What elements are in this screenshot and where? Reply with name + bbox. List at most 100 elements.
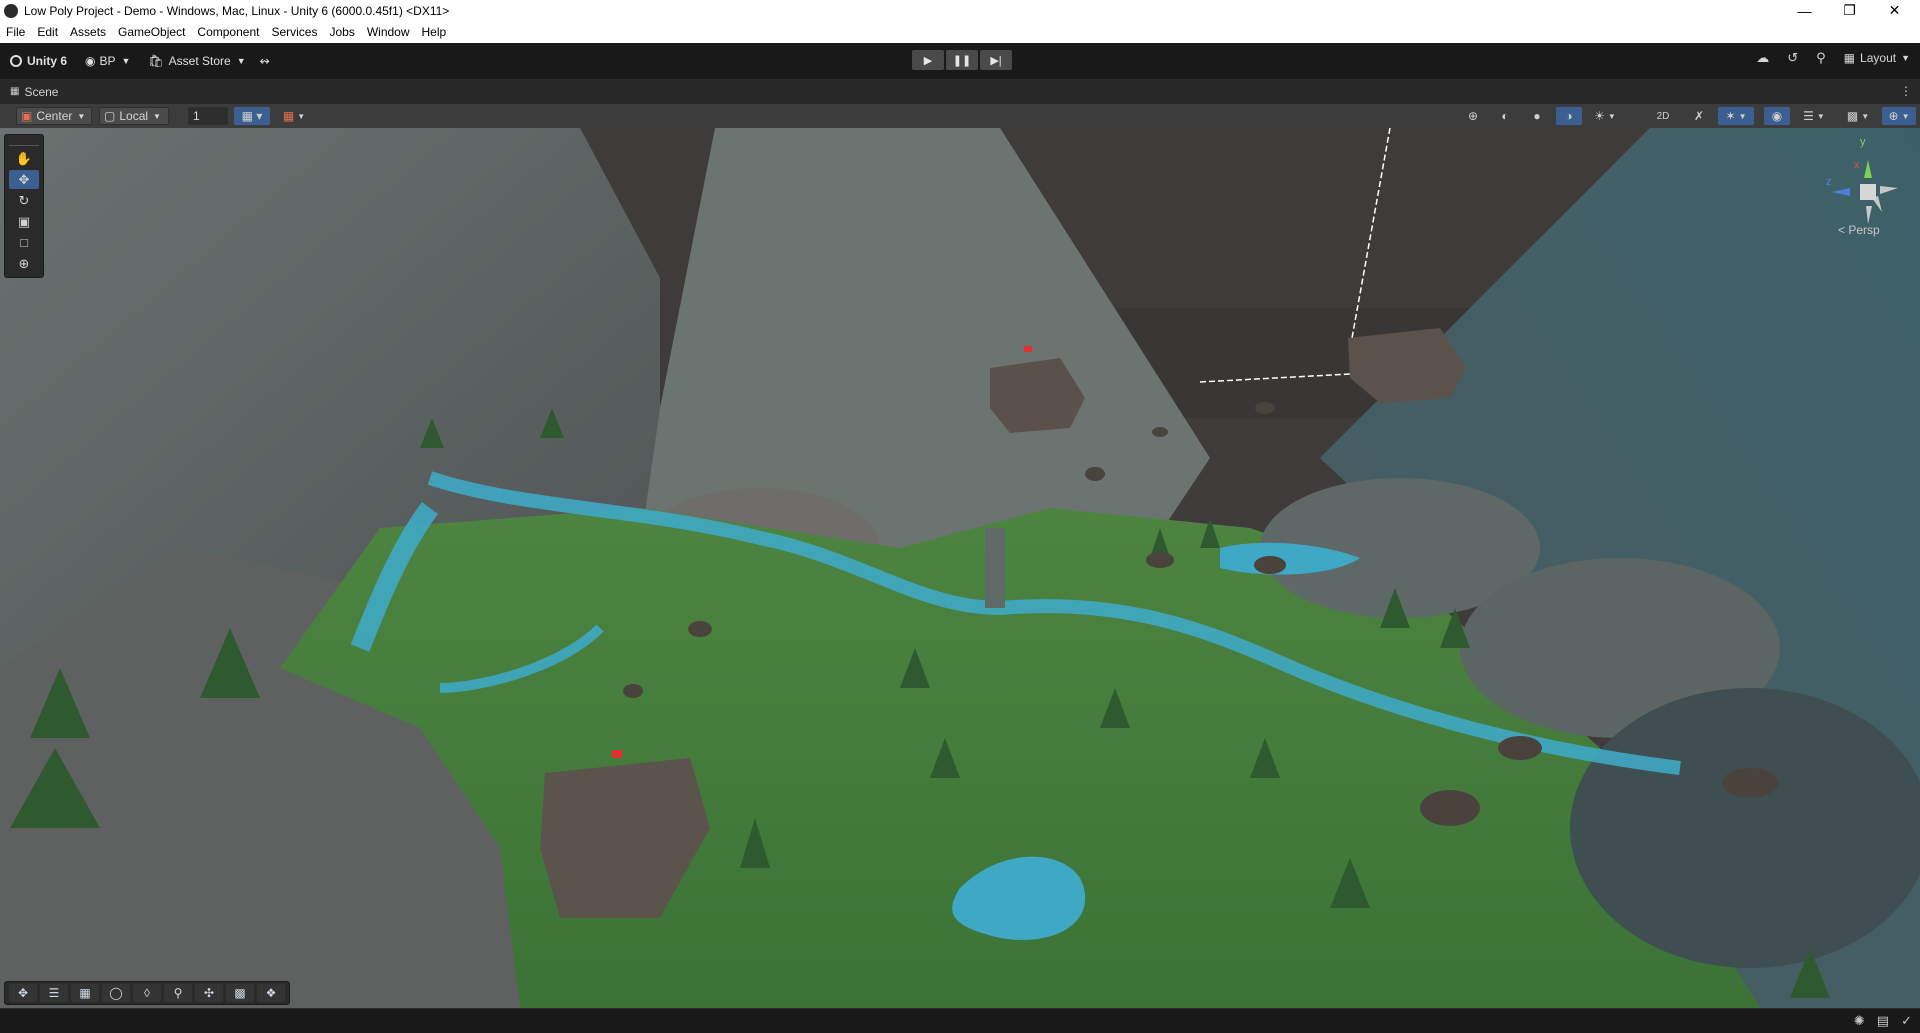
cache-server-icon[interactable]: ▤ <box>1877 1013 1889 1029</box>
layers-dropdown[interactable]: ☰ ▼ <box>1796 107 1832 125</box>
scene-visibility-button[interactable]: ◉ <box>1764 107 1790 125</box>
menu-window[interactable]: Window <box>361 21 416 43</box>
layers-icon: ◊ <box>144 986 150 1000</box>
minimize-icon[interactable]: — <box>1782 0 1827 21</box>
unity-menu-button[interactable]: Unity 6 <box>4 50 73 72</box>
check-circle-icon[interactable]: ✓ <box>1901 1013 1912 1029</box>
layers-icon: ☰ <box>1803 109 1814 123</box>
camera-icon: ▩ <box>234 986 246 1000</box>
draw-mode-shaded-wire-button[interactable]: ◐ <box>1492 107 1518 125</box>
restore-icon[interactable]: ❐ <box>1827 0 1872 21</box>
cloud-icon[interactable]: ☁ <box>1756 50 1769 66</box>
transform-tools-panel: ✋ ✥ ↻ ▣ □ ⊕ <box>4 134 44 278</box>
scale-icon: ▣ <box>17 213 31 229</box>
projection-toggle[interactable]: < Persp <box>1838 223 1880 237</box>
menu-edit[interactable]: Edit <box>31 21 64 43</box>
overlay-search-button[interactable]: ⚲ <box>164 984 192 1002</box>
panel-drag-handle[interactable] <box>9 137 39 146</box>
lighting-dropdown[interactable]: ☀ ▼ <box>1588 107 1622 125</box>
move-tool-button[interactable]: ✥ <box>9 170 39 189</box>
pivot-dropdown[interactable]: ▣ Center ▼ <box>16 107 92 125</box>
overlay-pan-button[interactable]: ✣ <box>195 984 223 1002</box>
scene-toolbar: ▣ Center ▼ ▢ Local ▼ 1 ▦ ▾ ▦ ▼ ⊕ ◐ ● ◑ ☀ ▼… <box>0 104 1920 129</box>
2d-toggle-button[interactable]: 2D <box>1650 107 1676 125</box>
shopping-bag-icon: 🛍 <box>148 54 164 68</box>
audio-muted-icon: ✗ <box>1693 109 1705 123</box>
overlay-move-button[interactable]: ✥ <box>9 984 37 1002</box>
play-button[interactable]: ▶ <box>912 50 944 70</box>
search-icon: ⚲ <box>173 986 183 1000</box>
snap-icon: ▦ <box>282 109 295 123</box>
asset-store-label: Asset Store <box>168 54 231 68</box>
step-button[interactable]: ▶| <box>980 50 1012 70</box>
effects-icon: ✶ <box>1725 109 1736 123</box>
overlay-camera-button[interactable]: ▩ <box>226 984 254 1002</box>
rect-tool-button[interactable]: □ <box>9 233 39 252</box>
2d-icon: 2D <box>1656 110 1670 122</box>
rotate-icon: ↻ <box>18 192 30 208</box>
menu-component[interactable]: Component <box>191 21 265 43</box>
rotate-tool-button[interactable]: ↻ <box>9 191 39 210</box>
menu-services[interactable]: Services <box>265 21 323 43</box>
toolbar-right: ☁ ↺ ⚲ ▦ Layout ▼ <box>1756 50 1910 66</box>
grid-snap-input[interactable]: 1 <box>188 107 228 125</box>
bug-icon[interactable]: ✺ <box>1854 1013 1865 1029</box>
overlay-compass-button[interactable]: ❖ <box>257 984 285 1002</box>
overlay-align-button[interactable]: ☰ <box>40 984 68 1002</box>
close-icon[interactable]: ✕ <box>1872 0 1917 21</box>
compass-icon: ❖ <box>265 986 277 1000</box>
local-cube-icon: ▢ <box>104 109 116 123</box>
menu-jobs[interactable]: Jobs <box>323 21 360 43</box>
overlay-orbit-button[interactable]: ◯ <box>102 984 130 1002</box>
transform-tool-button[interactable]: ⊕ <box>9 254 39 273</box>
camera-dropdown[interactable]: ▩ ▼ <box>1840 107 1876 125</box>
pause-button[interactable]: ❚❚ <box>946 50 978 70</box>
account-dropdown[interactable]: ◉ BP ▼ <box>79 50 136 72</box>
chevron-down-icon: ▼ <box>1607 111 1616 121</box>
shaded-sphere-icon: ◑ <box>1565 109 1573 123</box>
grid-visibility-button[interactable]: ▦ ▾ <box>234 107 270 125</box>
asset-store-dropdown[interactable]: 🛍 Asset Store ▼ <box>142 50 251 72</box>
effects-dropdown[interactable]: ✶ ▼ <box>1718 107 1754 125</box>
search-icon[interactable]: ⚲ <box>1816 50 1826 66</box>
history-icon[interactable]: ↺ <box>1787 50 1798 66</box>
menu-gameobject[interactable]: GameObject <box>112 21 191 43</box>
layout-icon: ▦ <box>1843 51 1856 65</box>
draw-mode-shaded-button[interactable]: ◑ <box>1556 107 1582 125</box>
menu-assets[interactable]: Assets <box>64 21 112 43</box>
audio-toggle-button[interactable]: ✗ <box>1686 107 1712 125</box>
transform-icon: ⊕ <box>18 255 30 271</box>
unity-label: Unity 6 <box>27 54 68 68</box>
chevron-down-icon: ▼ <box>1816 111 1825 121</box>
overlay-layers-button[interactable]: ◊ <box>133 984 161 1002</box>
pivot-label: Center <box>36 109 73 123</box>
chevron-down-icon: ▼ <box>236 56 246 66</box>
scale-tool-button[interactable]: ▣ <box>9 212 39 231</box>
more-options-icon[interactable]: ⋮ <box>1900 84 1912 98</box>
orbit-icon: ◯ <box>109 986 123 1000</box>
space-dropdown[interactable]: ▢ Local ▼ <box>99 107 169 125</box>
grid-snap-value: 1 <box>193 109 200 123</box>
scene-viewport[interactable] <box>0 128 1920 1008</box>
status-bar: ✺ ▤ ✓ <box>0 1008 1920 1033</box>
window-title: Low Poly Project - Demo - Windows, Mac, … <box>24 3 450 18</box>
view-tool-button[interactable]: ✋ <box>9 149 39 168</box>
overlay-grid-button[interactable]: ▦ <box>71 984 99 1002</box>
chevron-down-icon: ▼ <box>1738 111 1747 121</box>
gizmos-globe-icon: ⊕ <box>1888 109 1899 123</box>
gizmo-y-label: y <box>1860 136 1866 148</box>
menu-file[interactable]: File <box>0 21 31 43</box>
move-icon: ✥ <box>18 171 30 187</box>
unity-app-icon <box>4 3 18 18</box>
snap-increment-button[interactable]: ▦ ▼ <box>276 107 312 125</box>
draw-mode-unlit-button[interactable]: ● <box>1524 107 1550 125</box>
scene-overlay-toolbar: ✥ ☰ ▦ ◯ ◊ ⚲ ✣ ▩ ❖ <box>4 981 290 1005</box>
menu-help[interactable]: Help <box>416 21 453 43</box>
layout-dropdown[interactable]: ▦ Layout ▼ <box>1844 51 1910 65</box>
gizmos-dropdown[interactable]: ⊕ ▼ <box>1882 107 1916 125</box>
camera-icon: ▩ <box>1846 109 1859 123</box>
tab-scene[interactable]: ▦ Scene <box>0 79 68 104</box>
chevron-down-icon: ▼ <box>297 111 306 121</box>
draw-mode-wire-button[interactable]: ⊕ <box>1460 107 1486 125</box>
version-control-button[interactable]: ↭ <box>254 50 276 72</box>
